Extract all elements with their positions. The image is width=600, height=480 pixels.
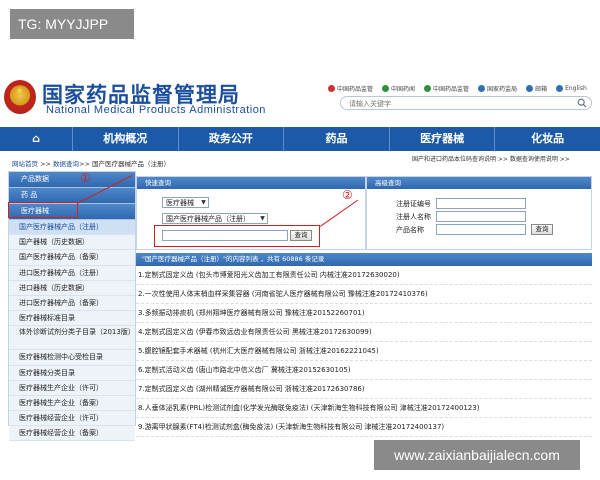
search-input[interactable] bbox=[349, 98, 569, 109]
product-name-input[interactable] bbox=[436, 224, 526, 235]
result-row[interactable]: 4.定制式固定义齿 (伊春市致远齿业有限责任公司 黑械注准20172630099… bbox=[136, 324, 592, 342]
top-link-label: English bbox=[565, 85, 587, 92]
top-link-label: 中国药品监管 bbox=[337, 86, 374, 93]
sidebar-item[interactable]: 国产医疗器械产品（注册） bbox=[9, 220, 135, 236]
top-links: 中国药品监管 中国药闻 中国药品监管 国家药监局 邮箱 English bbox=[328, 84, 587, 93]
nav-gov-affairs[interactable]: 政务公开 bbox=[179, 127, 285, 151]
sidebar-item[interactable]: 进口器械（历史数据） bbox=[9, 280, 135, 296]
mail-icon bbox=[526, 85, 534, 92]
result-row[interactable]: 9.游离甲状腺素(FT4)检测试剂盒(酶免疫法) (天津新海生物科技有限公司 津… bbox=[136, 419, 592, 437]
sidebar-item[interactable]: 医疗器械经营企业（许可） bbox=[9, 411, 135, 427]
query-help-links[interactable]: 国产和进口药品本位码查询说明 >> 数据查询使用说明 >> bbox=[412, 154, 570, 163]
quick-query-input[interactable] bbox=[162, 230, 288, 241]
advanced-query-button[interactable]: 查询 bbox=[531, 224, 553, 235]
top-link-wechat[interactable]: 中国药品监管 bbox=[424, 84, 469, 93]
result-row[interactable]: 7.定制式固定义齿 (湖州精诚医疗器械有限公司 浙械注准20172630786) bbox=[136, 381, 592, 399]
field-label-registrant: 注册人名称 bbox=[396, 213, 431, 221]
advanced-query-title: 高级查询 bbox=[367, 177, 591, 189]
breadcrumb-data-query[interactable]: 数据查询 bbox=[53, 160, 79, 168]
result-row[interactable]: 3.多频振动排痰机 (郑州翔坤医疗器械有限公司 豫械注准20152260701) bbox=[136, 305, 592, 323]
breadcrumb-current: 国产医疗器械产品（注册） bbox=[92, 160, 170, 168]
emblem-star-icon: ★ bbox=[15, 86, 24, 97]
nav-medical-devices[interactable]: 医疗器械 bbox=[390, 127, 496, 151]
site-logo-en: National Medical Products Administration bbox=[46, 104, 266, 116]
result-row[interactable]: 2.一次性使用人体末梢血样采集容器 (河南省驼人医疗器械有限公司 豫械注准201… bbox=[136, 286, 592, 304]
category-select-value: 医疗器械 bbox=[166, 198, 194, 207]
result-row[interactable]: 6.定制式活动义齿 (唐山市路北中信义齿厂 冀械注准20152630105) bbox=[136, 362, 592, 380]
watermark-top: TG: MYYJJPP bbox=[10, 9, 134, 39]
top-link-globe[interactable]: 中国药闻 bbox=[382, 84, 415, 93]
results-header: "国产医疗器械产品（注册）"的内容列表 ，共有 60886 条记录 bbox=[136, 253, 592, 266]
top-link-lang[interactable]: English bbox=[556, 84, 587, 93]
weibo-icon bbox=[328, 85, 335, 92]
field-label-reg-no: 注册证编号 bbox=[396, 200, 431, 208]
result-row[interactable]: 1.定制式固定义齿 (包头市博爱阳光义齿加工有限责任公司 内械注准2017263… bbox=[136, 267, 592, 285]
top-link-phone[interactable]: 国家药监局 bbox=[478, 84, 517, 93]
result-row[interactable]: 5.腹腔镜配套手术器械 (杭州汇大医疗器械有限公司 浙械注准2016222104… bbox=[136, 343, 592, 361]
database-select[interactable]: 国产医疗器械产品（注册） ▼ bbox=[162, 213, 268, 224]
marker-number-two: ② bbox=[342, 188, 353, 202]
watermark-bottom: www.zaixianbaijialecn.com bbox=[374, 440, 580, 470]
breadcrumb: 网站首页 >> 数据查询>> 国产医疗器械产品（注册） bbox=[12, 158, 170, 168]
wechat-icon bbox=[424, 85, 432, 92]
search-box bbox=[340, 96, 592, 110]
database-select-value: 国产医疗器械产品（注册） bbox=[166, 214, 250, 223]
sidebar-item[interactable]: 医疗器械生产企业（许可） bbox=[9, 380, 135, 396]
top-link-mail[interactable]: 邮箱 bbox=[526, 84, 547, 93]
sidebar-item[interactable]: 医疗器械经营企业（备案） bbox=[9, 426, 135, 442]
top-link-label: 国家药监局 bbox=[487, 86, 518, 93]
globe-icon bbox=[382, 85, 390, 92]
top-link-label: 邮箱 bbox=[535, 86, 548, 93]
field-label-product-name: 产品名称 bbox=[396, 226, 424, 234]
breadcrumb-sep: >> bbox=[38, 160, 54, 168]
sidebar-item[interactable]: 进口医疗器械产品（备案） bbox=[9, 295, 135, 312]
nav-home-icon[interactable]: ⌂ bbox=[0, 127, 73, 151]
top-link-weibo[interactable]: 中国药品监管 bbox=[328, 84, 373, 93]
breadcrumb-home[interactable]: 网站首页 bbox=[12, 160, 38, 168]
sidebar-category-product-data[interactable]: 产品数据 bbox=[9, 172, 135, 188]
quick-query-button[interactable]: 查询 bbox=[290, 230, 312, 241]
sidebar-item[interactable]: 国产器械（历史数据） bbox=[9, 235, 135, 251]
nav-cosmetics[interactable]: 化妆品 bbox=[495, 127, 600, 151]
main-nav: ⌂ 机构概况 政务公开 药品 医疗器械 化妆品 bbox=[0, 127, 600, 151]
sidebar-item[interactable]: 进口医疗器械产品（注册） bbox=[9, 265, 135, 281]
reg-no-input[interactable] bbox=[436, 198, 526, 209]
nav-drugs[interactable]: 药品 bbox=[284, 127, 390, 151]
category-select[interactable]: 医疗器械 ▼ bbox=[162, 197, 209, 208]
sidebar-item[interactable]: 国产医疗器械产品（备案） bbox=[9, 250, 135, 266]
breadcrumb-sep: >> bbox=[79, 160, 92, 168]
sidebar-item[interactable]: 医疗器械检测中心受检目录 bbox=[9, 350, 135, 366]
registrant-input[interactable] bbox=[436, 211, 526, 222]
sidebar-item[interactable]: 医疗器械生产企业（备案） bbox=[9, 395, 135, 412]
quick-query-title: 快速查询 bbox=[137, 177, 365, 189]
marker-box-devices bbox=[8, 202, 78, 218]
sidebar-item[interactable]: 医疗器械分类目录 bbox=[9, 365, 135, 381]
top-link-label: 中国药闻 bbox=[391, 86, 416, 93]
result-row[interactable]: 8.人垂体泌乳素(PRL)检测试剂盒(化学发光酶联免疫法) (天津新海生物科技有… bbox=[136, 400, 592, 418]
chevron-down-icon: ▼ bbox=[201, 199, 206, 206]
top-link-label: 中国药品监管 bbox=[433, 86, 470, 93]
sidebar-item[interactable]: 体外诊断试剂分类子目录（2013版） bbox=[9, 326, 135, 351]
marker-number-one: ① bbox=[80, 171, 91, 185]
nav-org-overview[interactable]: 机构概况 bbox=[73, 127, 179, 151]
sidebar-item[interactable]: 医疗器械标准目录 bbox=[9, 311, 135, 327]
lang-icon bbox=[556, 85, 564, 92]
phone-icon bbox=[478, 85, 486, 92]
search-icon[interactable] bbox=[577, 98, 587, 108]
chevron-down-icon: ▼ bbox=[260, 215, 265, 222]
